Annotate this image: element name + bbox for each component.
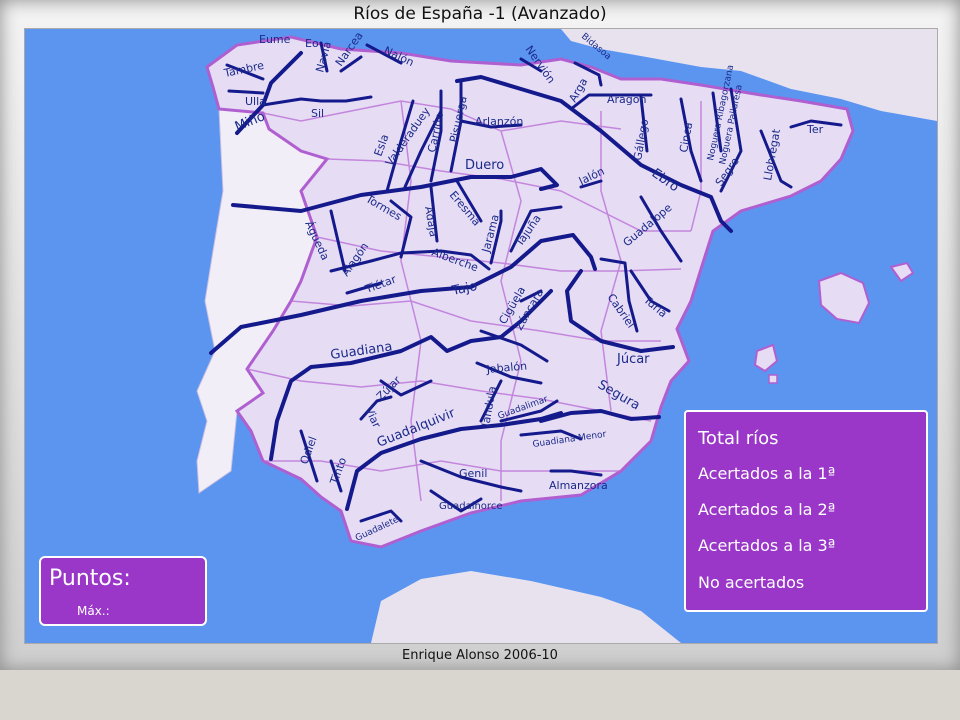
totals-third-try: Acertados a la 3ª: [698, 536, 836, 555]
label-guadalhorce[interactable]: Guadalhorce: [439, 501, 502, 512]
label-duero[interactable]: Duero: [465, 158, 504, 173]
window-title: Ríos de España -1 (Avanzado): [353, 4, 607, 24]
label-ulla[interactable]: Ulla: [245, 95, 266, 108]
author-credit: Enrique Alonso 2006-10: [402, 648, 558, 663]
label-genil[interactable]: Genil: [459, 467, 487, 480]
totals-title: Total ríos: [698, 428, 779, 449]
label-jucar[interactable]: Júcar: [616, 352, 650, 367]
totals-first-try: Acertados a la 1ª: [698, 464, 836, 483]
label-eume[interactable]: Eume: [259, 33, 291, 46]
totals-panel: Total ríos Acertados a la 1ª Acertados a…: [684, 410, 928, 612]
formentera-island: [768, 374, 778, 384]
score-max-label: Máx.:: [77, 604, 110, 618]
label-aragon[interactable]: Aragón: [607, 93, 647, 106]
score-label: Puntos:: [49, 566, 131, 591]
totals-missed: No acertados: [698, 573, 805, 592]
label-arlanzon[interactable]: Arlanzón: [475, 115, 523, 128]
label-sil[interactable]: Sil: [311, 107, 324, 120]
label-almanzora[interactable]: Almanzora: [549, 479, 608, 492]
label-eo[interactable]: Eo: [305, 37, 319, 50]
totals-second-try: Acertados a la 2ª: [698, 500, 836, 519]
label-ter[interactable]: Ter: [806, 123, 824, 136]
score-panel: Puntos: Máx.:: [39, 556, 207, 626]
